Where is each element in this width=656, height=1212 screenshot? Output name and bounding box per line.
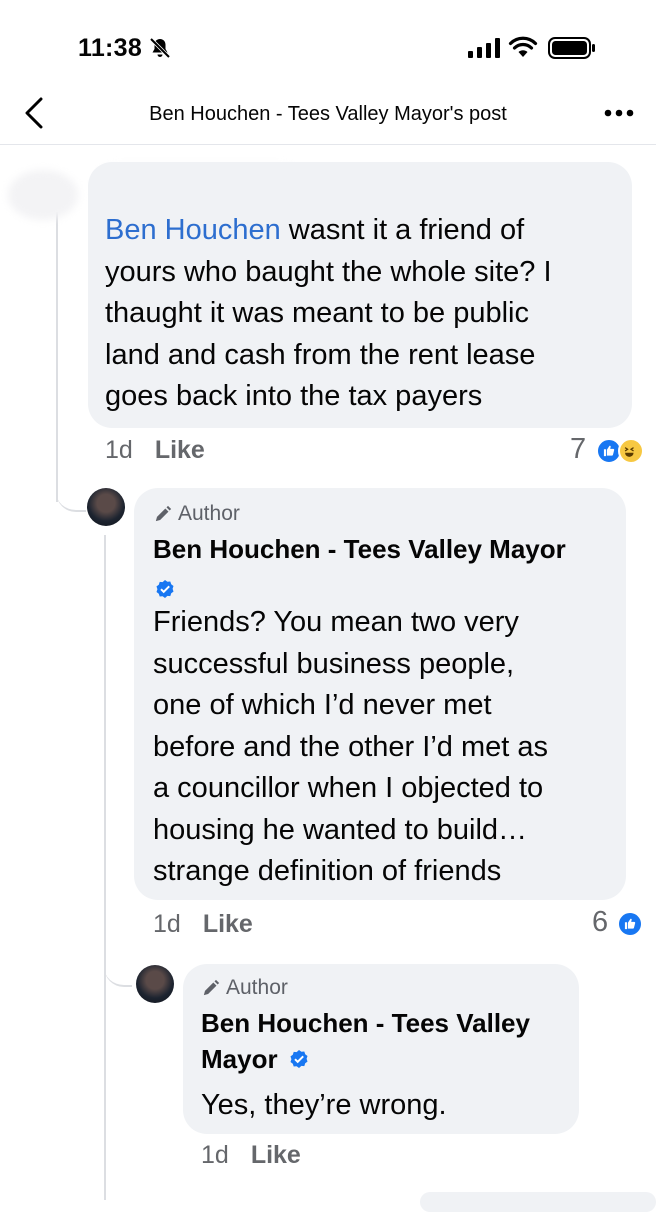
status-time: 11:38: [78, 34, 143, 62]
comment-text: Ben Houchen wasnt it a friend of yours w…: [105, 214, 552, 412]
like-button[interactable]: Like: [203, 910, 253, 938]
thread-connector: [56, 470, 86, 512]
author-avatar[interactable]: [136, 965, 174, 1003]
verified-badge-icon: [156, 580, 174, 598]
more-options-icon[interactable]: [602, 100, 636, 126]
redacted-avatar: [8, 170, 78, 220]
comment-time: 1d: [105, 436, 133, 464]
author-name[interactable]: Ben Houchen - Tees Valley Mayor: [153, 531, 566, 567]
reply-text: Friends? You mean two very successful bu…: [153, 606, 548, 887]
nested-reply-text: Yes, they’re wrong.: [201, 1089, 447, 1121]
signal-icon: [468, 38, 500, 58]
reply-meta: 1d Like: [153, 910, 253, 939]
comment-meta: 1d Like: [105, 436, 205, 465]
next-bubble-partial: [420, 1192, 656, 1212]
thread-line: [104, 535, 106, 1200]
like-button[interactable]: Like: [155, 436, 205, 464]
thread-line: [56, 212, 58, 502]
nested-reply-time: 1d: [201, 1141, 229, 1169]
reply-time: 1d: [153, 910, 181, 938]
verified-badge-icon: [290, 1050, 308, 1069]
pencil-icon: [155, 505, 172, 521]
wifi-icon: [508, 36, 538, 57]
nested-reply-meta: 1d Like: [201, 1141, 301, 1170]
reaction-count[interactable]: 6: [592, 906, 608, 939]
bell-muted-icon: [149, 37, 171, 59]
like-button[interactable]: Like: [251, 1141, 301, 1169]
header-divider: [0, 144, 656, 145]
author-badge: Author: [153, 502, 240, 526]
pencil-icon: [203, 979, 220, 995]
mention-link[interactable]: Ben Houchen: [105, 214, 281, 246]
author-name[interactable]: Ben Houchen - Tees Valley Mayor: [201, 1005, 571, 1077]
post-title: Ben Houchen - Tees Valley Mayor's post: [149, 103, 507, 125]
haha-reaction-icon: [618, 438, 644, 464]
author-avatar[interactable]: [87, 488, 125, 526]
like-reaction-icon: [617, 911, 643, 937]
reaction-count[interactable]: 7: [570, 433, 586, 466]
author-badge: Author: [201, 976, 288, 1000]
thread-connector: [104, 950, 132, 987]
battery-icon: [548, 37, 595, 59]
